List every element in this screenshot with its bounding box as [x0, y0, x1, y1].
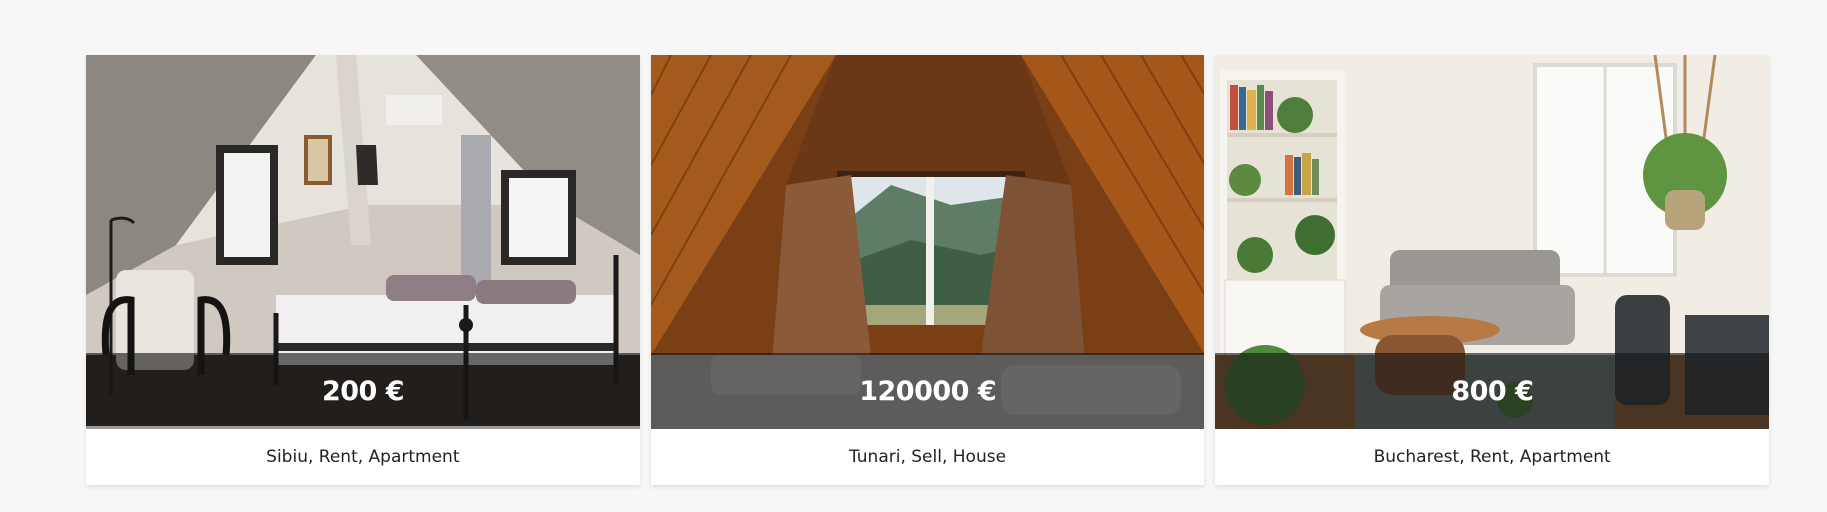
price-overlay: 120000 € [650, 353, 1205, 429]
living-room-photo[interactable]: 800 € [1215, 55, 1770, 429]
listing-caption: Sibiu, Rent, Apartment [266, 447, 460, 467]
listing-card[interactable]: 200 € Sibiu, Rent, Apartment [86, 55, 640, 485]
a-frame-window-photo[interactable]: 120000 € [650, 55, 1205, 429]
listing-card[interactable]: 800 € Bucharest, Rent, Apartment [1215, 55, 1770, 485]
listing-caption: Bucharest, Rent, Apartment [1373, 447, 1611, 467]
price-overlay: 800 € [1215, 353, 1770, 429]
price-label: 800 € [1451, 375, 1534, 407]
price-label: 200 € [321, 375, 405, 407]
price-overlay: 200 € [86, 353, 640, 429]
listing-caption: Tunari, Sell, House [848, 447, 1007, 467]
listings-grid: 200 € Sibiu, Rent, Apartment 120000 € Tu… [86, 55, 1770, 485]
attic-bedroom-photo[interactable]: 200 € [86, 55, 640, 429]
listing-card[interactable]: 120000 € Tunari, Sell, House [650, 55, 1205, 485]
price-label: 120000 € [859, 375, 997, 407]
